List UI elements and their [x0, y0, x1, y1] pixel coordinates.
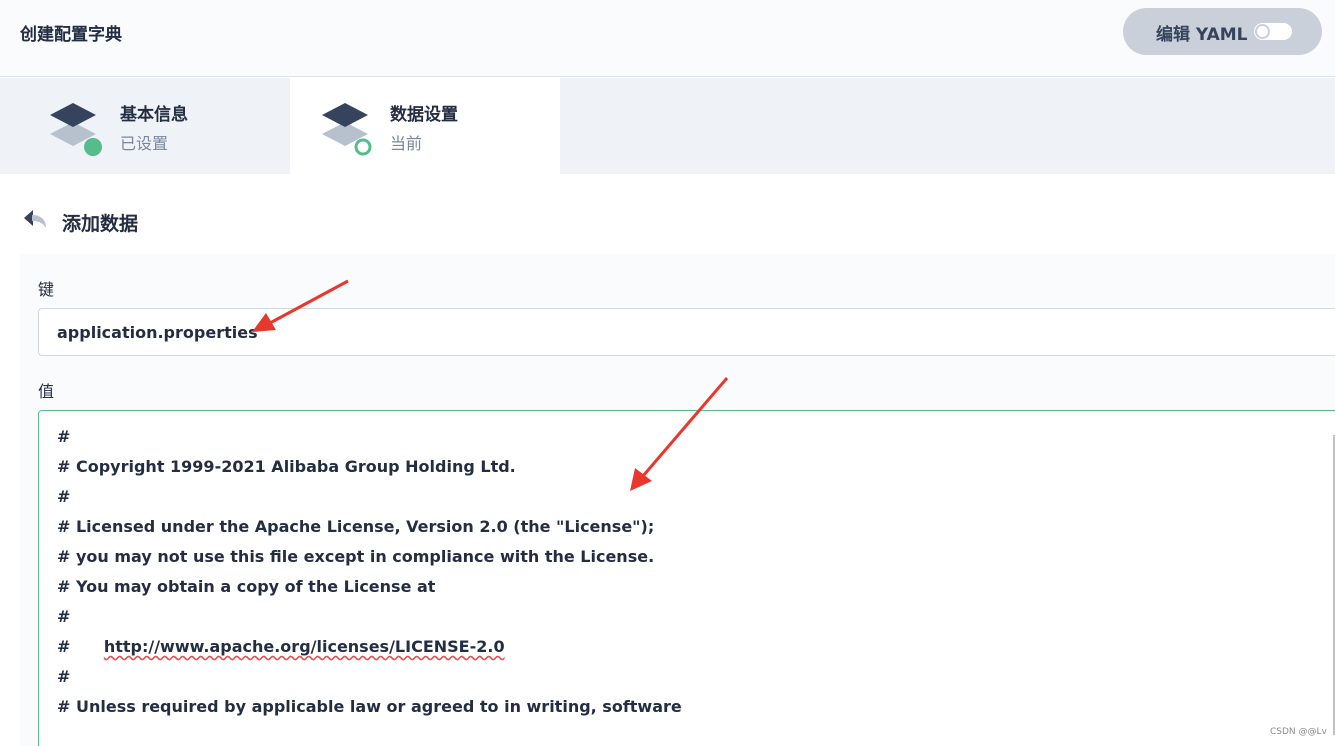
- layers-done-icon: [50, 103, 102, 156]
- back-arrow-icon[interactable]: [20, 206, 50, 232]
- code-line: #: [57, 487, 71, 506]
- section-title: 添加数据: [62, 213, 139, 235]
- url-prefix: #: [57, 637, 104, 656]
- watermark: CSDN @@Lv: [1270, 727, 1327, 737]
- page-title: 创建配置字典: [20, 25, 122, 45]
- code-line: # Copyright 1999-2021 Alibaba Group Hold…: [57, 457, 516, 476]
- code-line: # Licensed under the Apache License, Ver…: [57, 517, 655, 536]
- code-line: #: [57, 667, 71, 686]
- step-basic-info-title: 基本信息: [120, 105, 188, 125]
- step-basic-info[interactable]: 基本信息 已设置: [0, 78, 270, 174]
- page-header: 创建配置字典 编辑 YAML: [0, 0, 1335, 77]
- data-form: 键 application.properties 值 # # Copyright…: [20, 254, 1335, 746]
- value-textarea[interactable]: # # Copyright 1999-2021 Alibaba Group Ho…: [38, 410, 1335, 746]
- code-line: #: [57, 427, 71, 446]
- edit-yaml-toggle[interactable]: 编辑 YAML: [1123, 8, 1322, 55]
- step-tabs: 基本信息 已设置 数据设置 当前: [0, 78, 1335, 174]
- step-basic-info-status: 已设置: [120, 134, 169, 153]
- step-data-settings[interactable]: 数据设置 当前: [290, 78, 560, 174]
- yaml-switch-knob: [1255, 24, 1270, 39]
- code-line: # You may obtain a copy of the License a…: [57, 577, 436, 596]
- step-data-settings-title: 数据设置: [390, 105, 458, 125]
- code-line: # Unless required by applicable law or a…: [57, 697, 682, 716]
- key-input[interactable]: application.properties: [38, 308, 1335, 356]
- layers-current-icon: [322, 103, 372, 156]
- code-line: #: [57, 607, 71, 626]
- code-line-url: # http://www.apache.org/licenses/LICENSE…: [57, 637, 505, 667]
- edit-yaml-label: 编辑 YAML: [1156, 25, 1248, 45]
- code-line: # you may not use this file except in co…: [57, 547, 655, 566]
- yaml-switch[interactable]: [1254, 23, 1292, 40]
- value-label: 值: [38, 382, 55, 401]
- step-data-settings-status: 当前: [390, 134, 423, 153]
- key-label: 键: [38, 280, 55, 299]
- license-url: http://www.apache.org/licenses/LICENSE-2…: [103, 637, 505, 656]
